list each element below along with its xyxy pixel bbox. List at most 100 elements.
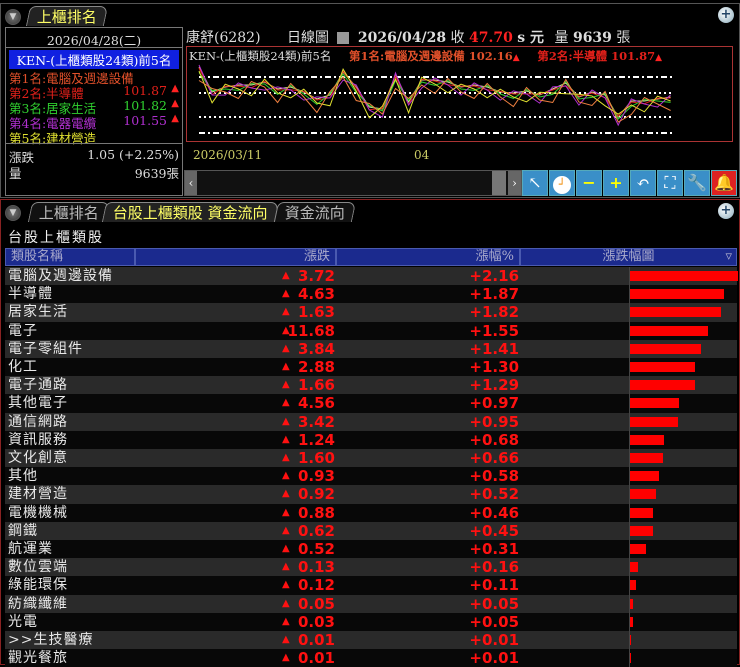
scroll-left-button[interactable]: ‹: [185, 171, 197, 195]
table-row[interactable]: 電子 ▲ 11.68 +1.55: [5, 321, 737, 340]
section-title: 台股上櫃類股: [8, 230, 104, 246]
volume-row: 量 9639張: [9, 163, 179, 182]
up-arrow-icon: ▲: [282, 270, 290, 281]
pct-value: +0.05: [469, 612, 519, 631]
pct-value: +0.16: [469, 558, 519, 577]
col-header-change[interactable]: 漲跌: [135, 248, 336, 266]
ranking-info-box: 2026/04/28(二) KEN-(上櫃類股24類)前5名 第1名:電腦及週邊…: [5, 27, 183, 196]
pct-value: +2.16: [469, 267, 519, 285]
table-row[interactable]: 綠能環保 ▲ 0.12 +0.11: [5, 576, 737, 595]
table-row[interactable]: 資訊服務 ▲ 1.24 +0.68: [5, 430, 737, 449]
tab-otc-ranking[interactable]: 上櫃排名: [25, 6, 109, 26]
up-arrow-icon: ▲: [282, 306, 290, 318]
table-row[interactable]: 觀光餐旅 ▲ 0.01 +0.01: [5, 649, 737, 667]
table-row[interactable]: 光電 ▲ 0.03 +0.05: [5, 612, 737, 631]
dropdown-button[interactable]: ▼: [5, 9, 21, 25]
sector-name: 電子零組件: [8, 340, 83, 357]
pct-value: +0.68: [469, 430, 519, 449]
sector-name: 其他: [8, 468, 38, 485]
up-arrow-icon: ▲: [282, 615, 290, 627]
up-arrow-icon: ▲: [282, 579, 290, 591]
sector-name: 文化創意: [8, 450, 68, 466]
fit-screen-icon[interactable]: ⛶: [657, 170, 683, 196]
pct-value: +0.11: [469, 576, 519, 595]
table-row[interactable]: 居家生活 ▲ 1.63 +1.82: [5, 303, 737, 322]
table-row[interactable]: 通信網路 ▲ 3.42 +0.95: [5, 412, 737, 431]
close-price: 47.70: [468, 30, 513, 46]
table-row[interactable]: 電機機械 ▲ 0.88 +0.46: [5, 503, 737, 522]
table-row[interactable]: 文化創意 ▲ 1.60 +0.66: [5, 449, 737, 468]
table-row[interactable]: 紡織纖維 ▲ 0.05 +0.05: [5, 594, 737, 613]
sector-name: 紡織纖維: [8, 595, 68, 612]
pct-bar: [630, 489, 656, 500]
table-row[interactable]: 化工 ▲ 2.88 +1.30: [5, 358, 737, 377]
dropdown-button-2[interactable]: ▼: [5, 205, 21, 221]
pct-value: +0.66: [469, 449, 519, 467]
sector-name: 綠能環保: [8, 577, 68, 594]
pct-value: +0.01: [469, 631, 519, 649]
change-value: 1.63: [297, 303, 335, 322]
undo-icon[interactable]: ↶: [630, 170, 656, 196]
scroll-right-button[interactable]: ›: [508, 171, 521, 195]
table-row[interactable]: >>生技醫療 ▲ 0.01 +0.01: [5, 631, 737, 650]
table-row[interactable]: 電子零組件 ▲ 3.84 +1.41: [5, 339, 737, 358]
table-row[interactable]: 其他 ▲ 0.93 +0.58: [5, 467, 737, 486]
pct-bar: [630, 325, 708, 336]
pct-value: +1.41: [469, 339, 519, 358]
tab-otc-ranking-2[interactable]: 上櫃排名: [27, 202, 111, 222]
plus-icon[interactable]: +: [603, 170, 629, 196]
line-chart: KEN-(上櫃類股24類)前5名 第1名:電腦及週邊設備 102.16▲ 第2名…: [186, 46, 733, 142]
change-value: 3.72: [297, 267, 335, 285]
table-row[interactable]: 數位雲端 ▲ 0.13 +0.16: [5, 558, 737, 577]
bell-icon[interactable]: 🔔: [711, 170, 737, 196]
pct-bar: [630, 525, 653, 536]
table-row[interactable]: 鋼鐵 ▲ 0.62 +0.45: [5, 521, 737, 540]
wrench-icon[interactable]: 🔧: [684, 170, 710, 196]
scroll-thumb[interactable]: [492, 171, 506, 195]
stock-name: 康舒(6282): [186, 30, 261, 46]
vol-value: 9639: [572, 30, 612, 46]
table-row[interactable]: 半導體 ▲ 4.63 +1.87: [5, 285, 737, 304]
pct-bar: [630, 416, 678, 427]
pct-value: +0.01: [469, 649, 519, 667]
zoom-in-icon-2[interactable]: +: [718, 203, 734, 219]
close-label: 收: [450, 30, 465, 46]
volume-label: 量: [9, 166, 22, 181]
pct-value: +0.05: [469, 594, 519, 613]
up-arrow-icon: ▲: [171, 113, 179, 124]
table-row[interactable]: 其他電子 ▲ 4.56 +0.97: [5, 394, 737, 413]
horizontal-scrollbar[interactable]: ‹ ›: [184, 170, 522, 196]
clock-icon[interactable]: ┘: [549, 170, 575, 196]
col-header-name[interactable]: 類股名稱: [5, 248, 135, 266]
pct-bar: [630, 289, 724, 300]
pct-value: +1.55: [469, 321, 519, 340]
volume-value: 9639張: [134, 166, 179, 181]
minus-icon[interactable]: −: [576, 170, 602, 196]
pct-value: +1.82: [469, 303, 519, 322]
checkbox[interactable]: [337, 32, 350, 44]
table-row[interactable]: 航運業 ▲ 0.52 +0.31: [5, 540, 737, 559]
up-arrow-icon: ▲: [282, 470, 290, 482]
col-header-pct[interactable]: 漲幅%: [336, 248, 520, 266]
col-header-bar[interactable]: 漲跌幅圖 ▿: [520, 248, 737, 266]
up-arrow-icon: ▲: [282, 652, 290, 664]
pct-bar: [630, 307, 721, 318]
tab-otc-sector-flow[interactable]: 台股上櫃類股 資金流向: [101, 202, 279, 222]
pointer-icon[interactable]: ↖: [522, 170, 548, 196]
table-row[interactable]: 電腦及週邊設備 ▲ 3.72 +2.16: [5, 267, 738, 286]
sector-name: 居家生活: [8, 304, 68, 321]
change-value: 0.01: [297, 649, 335, 667]
table-row[interactable]: 建材營造 ▲ 0.92 +0.52: [5, 485, 737, 504]
up-arrow-icon: ▲: [282, 361, 290, 372]
pct-bar: [630, 398, 679, 409]
table-row[interactable]: 電子通路 ▲ 1.66 +1.29: [5, 376, 737, 395]
change-value: 1.05 (+2.25%): [87, 147, 179, 162]
pct-bar: [630, 271, 738, 281]
change-value: 4.56: [297, 394, 335, 413]
change-value: 0.01: [297, 631, 335, 649]
sector-name: 光電: [8, 613, 38, 630]
tab-fund-flow[interactable]: 資金流向: [273, 202, 357, 222]
pct-value: +0.58: [469, 467, 519, 486]
zoom-in-icon[interactable]: +: [718, 7, 734, 23]
up-arrow-icon: ▲: [282, 634, 290, 645]
